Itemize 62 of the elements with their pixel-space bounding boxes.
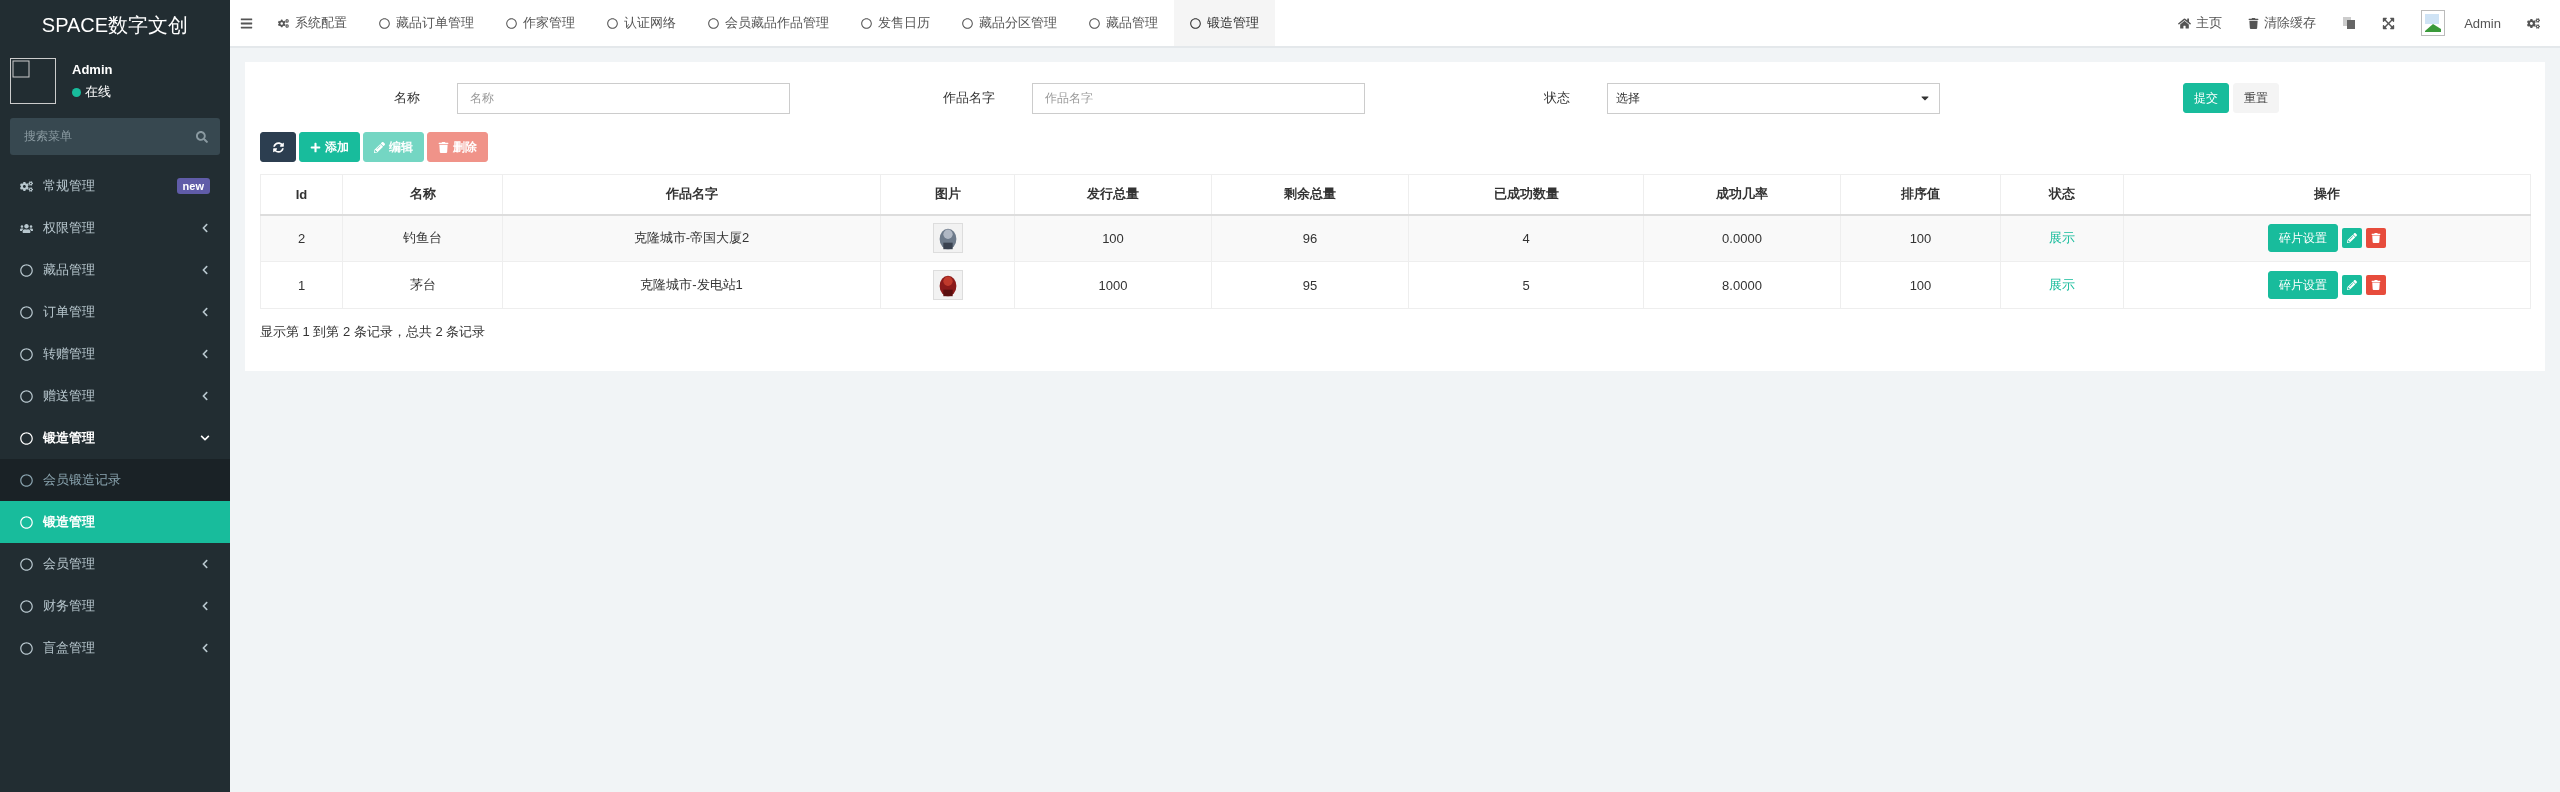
column-header: 图片: [880, 174, 1015, 215]
table-cell: 钓鱼台: [342, 214, 503, 262]
column-header: 已成功数量: [1408, 174, 1644, 215]
column-header: 剩余总量: [1211, 174, 1409, 215]
column-header: 排序值: [1840, 174, 2001, 215]
sidebar-subitem[interactable]: 会员锻造记录: [0, 459, 230, 501]
user-menu[interactable]: Admin: [2421, 10, 2501, 36]
nav-tab[interactable]: 系统配置: [262, 0, 363, 46]
column-header: 状态: [2000, 174, 2124, 215]
nav-tab[interactable]: 藏品管理: [1073, 0, 1174, 46]
column-header: 作品名字: [502, 174, 881, 215]
table-cell: 茅台: [342, 261, 503, 309]
column-header: 操作: [2123, 174, 2531, 215]
table-cell: 克隆城市-发电站1: [502, 261, 881, 309]
column-header: 发行总量: [1014, 174, 1212, 215]
sidebar-item[interactable]: 权限管理: [0, 207, 230, 249]
new-badge: new: [176, 178, 210, 194]
nav-tab[interactable]: 藏品分区管理: [946, 0, 1073, 46]
nav-tab[interactable]: 发售日历: [845, 0, 946, 46]
sidebar-item[interactable]: 财务管理: [0, 585, 230, 627]
user-status: 在线: [85, 83, 111, 101]
user-name: Admin: [72, 62, 113, 77]
nav-tab[interactable]: 作家管理: [490, 0, 591, 46]
sidebar-item[interactable]: 盲盒管理: [0, 627, 230, 669]
table-cell: 100: [1840, 261, 2001, 309]
sidebar-item[interactable]: 转赠管理: [0, 333, 230, 375]
nav-tab[interactable]: 会员藏品作品管理: [692, 0, 845, 46]
table-cell: 100: [1014, 214, 1212, 262]
filter-label: 作品名字: [942, 89, 996, 107]
table-cell: 2: [260, 214, 343, 262]
column-header: Id: [260, 174, 343, 215]
sidebar-item[interactable]: 锻造管理: [0, 417, 230, 459]
filter-label: 状态: [1543, 89, 1571, 107]
sidebar-item[interactable]: 会员管理: [0, 543, 230, 585]
home-link[interactable]: 主页: [2178, 14, 2223, 32]
table-cell: 96: [1211, 214, 1409, 262]
input-field[interactable]: 名称: [457, 82, 790, 114]
clear-cache-link[interactable]: 清除缓存: [2248, 14, 2317, 32]
table-cell: 1000: [1014, 261, 1212, 309]
table-cell: 8.0000: [1643, 261, 1841, 309]
input-field[interactable]: 作品名字: [1032, 82, 1365, 114]
status-select[interactable]: 选择: [1607, 82, 1940, 114]
pagination-info: 显示第 1 到第 2 条记录，总共 2 条记录: [260, 323, 487, 341]
nav-tab[interactable]: 藏品订单管理: [363, 0, 490, 46]
filter-label: 名称: [393, 89, 421, 107]
sidebar-item[interactable]: 订单管理: [0, 291, 230, 333]
table-cell: 95: [1211, 261, 1409, 309]
table-cell: 0.0000: [1643, 214, 1841, 262]
sidebar-item[interactable]: 常规管理 new: [0, 165, 230, 207]
table-cell: 1: [260, 261, 343, 309]
nav-tab[interactable]: 认证网络: [591, 0, 692, 46]
column-header: 成功几率: [1643, 174, 1841, 215]
sidebar-item[interactable]: 藏品管理: [0, 249, 230, 291]
nav-tab[interactable]: 锻造管理: [1174, 0, 1275, 46]
app-logo: SPACE数字文创: [40, 12, 190, 38]
sidebar-item[interactable]: 赠送管理: [0, 375, 230, 417]
table-cell: 4: [1408, 214, 1644, 262]
reset-button[interactable]: 重置: [2233, 83, 2279, 113]
table-cell: 100: [1840, 214, 2001, 262]
column-header: 名称: [342, 174, 503, 215]
table-cell: 克隆城市-帝国大厦2: [502, 214, 881, 262]
table-cell: 5: [1408, 261, 1644, 309]
